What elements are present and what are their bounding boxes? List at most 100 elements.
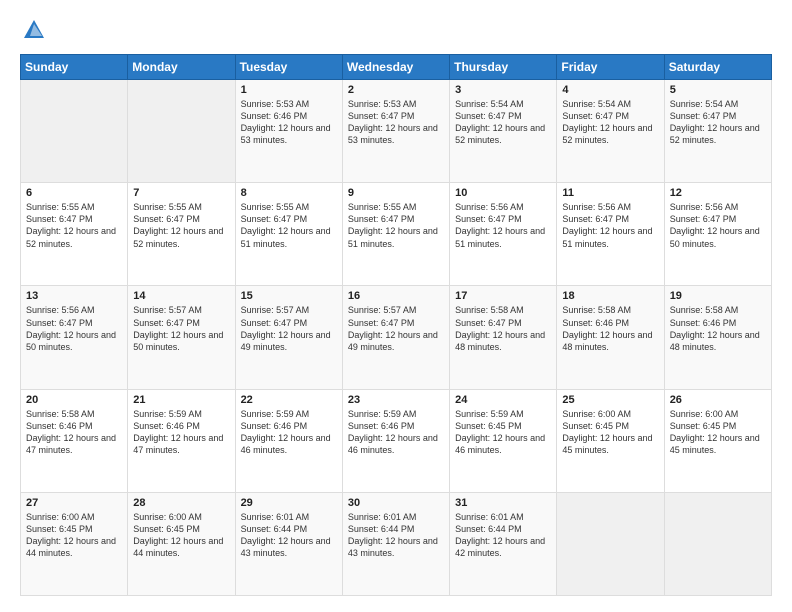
day-info: Sunrise: 5:58 AMSunset: 6:46 PMDaylight:… bbox=[562, 304, 658, 353]
day-info: Sunrise: 5:54 AMSunset: 6:47 PMDaylight:… bbox=[455, 98, 551, 147]
day-cell: 5 Sunrise: 5:54 AMSunset: 6:47 PMDayligh… bbox=[664, 80, 771, 183]
day-number: 30 bbox=[348, 497, 444, 509]
day-number: 10 bbox=[455, 187, 551, 199]
day-info: Sunrise: 5:58 AMSunset: 6:46 PMDaylight:… bbox=[26, 408, 122, 457]
day-number: 19 bbox=[670, 290, 766, 302]
day-number: 11 bbox=[562, 187, 658, 199]
day-cell: 21 Sunrise: 5:59 AMSunset: 6:46 PMDaylig… bbox=[128, 389, 235, 492]
day-cell: 13 Sunrise: 5:56 AMSunset: 6:47 PMDaylig… bbox=[21, 286, 128, 389]
day-info: Sunrise: 5:56 AMSunset: 6:47 PMDaylight:… bbox=[670, 201, 766, 250]
weekday-header-thursday: Thursday bbox=[450, 55, 557, 80]
day-number: 14 bbox=[133, 290, 229, 302]
day-cell: 10 Sunrise: 5:56 AMSunset: 6:47 PMDaylig… bbox=[450, 183, 557, 286]
day-number: 12 bbox=[670, 187, 766, 199]
day-number: 31 bbox=[455, 497, 551, 509]
day-number: 2 bbox=[348, 84, 444, 96]
day-number: 28 bbox=[133, 497, 229, 509]
day-info: Sunrise: 5:59 AMSunset: 6:46 PMDaylight:… bbox=[348, 408, 444, 457]
day-cell: 15 Sunrise: 5:57 AMSunset: 6:47 PMDaylig… bbox=[235, 286, 342, 389]
day-cell bbox=[21, 80, 128, 183]
day-number: 21 bbox=[133, 394, 229, 406]
day-info: Sunrise: 5:53 AMSunset: 6:46 PMDaylight:… bbox=[241, 98, 337, 147]
day-info: Sunrise: 6:01 AMSunset: 6:44 PMDaylight:… bbox=[348, 511, 444, 560]
weekday-header-tuesday: Tuesday bbox=[235, 55, 342, 80]
day-info: Sunrise: 5:58 AMSunset: 6:47 PMDaylight:… bbox=[455, 304, 551, 353]
weekday-header-friday: Friday bbox=[557, 55, 664, 80]
day-cell: 27 Sunrise: 6:00 AMSunset: 6:45 PMDaylig… bbox=[21, 492, 128, 595]
day-cell bbox=[128, 80, 235, 183]
day-cell: 20 Sunrise: 5:58 AMSunset: 6:46 PMDaylig… bbox=[21, 389, 128, 492]
day-number: 16 bbox=[348, 290, 444, 302]
day-number: 25 bbox=[562, 394, 658, 406]
calendar-table: SundayMondayTuesdayWednesdayThursdayFrid… bbox=[20, 54, 772, 596]
day-number: 23 bbox=[348, 394, 444, 406]
day-number: 27 bbox=[26, 497, 122, 509]
day-cell: 14 Sunrise: 5:57 AMSunset: 6:47 PMDaylig… bbox=[128, 286, 235, 389]
day-cell: 28 Sunrise: 6:00 AMSunset: 6:45 PMDaylig… bbox=[128, 492, 235, 595]
day-cell: 2 Sunrise: 5:53 AMSunset: 6:47 PMDayligh… bbox=[342, 80, 449, 183]
day-cell: 29 Sunrise: 6:01 AMSunset: 6:44 PMDaylig… bbox=[235, 492, 342, 595]
header bbox=[20, 16, 772, 44]
week-row-2: 6 Sunrise: 5:55 AMSunset: 6:47 PMDayligh… bbox=[21, 183, 772, 286]
day-info: Sunrise: 5:54 AMSunset: 6:47 PMDaylight:… bbox=[670, 98, 766, 147]
day-info: Sunrise: 6:00 AMSunset: 6:45 PMDaylight:… bbox=[562, 408, 658, 457]
day-info: Sunrise: 5:56 AMSunset: 6:47 PMDaylight:… bbox=[455, 201, 551, 250]
day-number: 7 bbox=[133, 187, 229, 199]
day-info: Sunrise: 5:55 AMSunset: 6:47 PMDaylight:… bbox=[133, 201, 229, 250]
week-row-5: 27 Sunrise: 6:00 AMSunset: 6:45 PMDaylig… bbox=[21, 492, 772, 595]
day-number: 6 bbox=[26, 187, 122, 199]
day-info: Sunrise: 6:00 AMSunset: 6:45 PMDaylight:… bbox=[26, 511, 122, 560]
day-cell: 19 Sunrise: 5:58 AMSunset: 6:46 PMDaylig… bbox=[664, 286, 771, 389]
day-number: 15 bbox=[241, 290, 337, 302]
calendar-page: SundayMondayTuesdayWednesdayThursdayFrid… bbox=[0, 0, 792, 612]
day-info: Sunrise: 5:57 AMSunset: 6:47 PMDaylight:… bbox=[241, 304, 337, 353]
logo-icon bbox=[20, 16, 48, 44]
day-number: 1 bbox=[241, 84, 337, 96]
day-cell: 31 Sunrise: 6:01 AMSunset: 6:44 PMDaylig… bbox=[450, 492, 557, 595]
day-cell: 24 Sunrise: 5:59 AMSunset: 6:45 PMDaylig… bbox=[450, 389, 557, 492]
day-info: Sunrise: 5:56 AMSunset: 6:47 PMDaylight:… bbox=[26, 304, 122, 353]
day-cell: 6 Sunrise: 5:55 AMSunset: 6:47 PMDayligh… bbox=[21, 183, 128, 286]
weekday-header-row: SundayMondayTuesdayWednesdayThursdayFrid… bbox=[21, 55, 772, 80]
day-cell: 1 Sunrise: 5:53 AMSunset: 6:46 PMDayligh… bbox=[235, 80, 342, 183]
day-info: Sunrise: 5:59 AMSunset: 6:45 PMDaylight:… bbox=[455, 408, 551, 457]
day-cell: 12 Sunrise: 5:56 AMSunset: 6:47 PMDaylig… bbox=[664, 183, 771, 286]
weekday-header-wednesday: Wednesday bbox=[342, 55, 449, 80]
day-cell: 22 Sunrise: 5:59 AMSunset: 6:46 PMDaylig… bbox=[235, 389, 342, 492]
day-info: Sunrise: 5:54 AMSunset: 6:47 PMDaylight:… bbox=[562, 98, 658, 147]
day-info: Sunrise: 5:59 AMSunset: 6:46 PMDaylight:… bbox=[133, 408, 229, 457]
day-cell: 23 Sunrise: 5:59 AMSunset: 6:46 PMDaylig… bbox=[342, 389, 449, 492]
day-info: Sunrise: 5:55 AMSunset: 6:47 PMDaylight:… bbox=[26, 201, 122, 250]
day-cell: 11 Sunrise: 5:56 AMSunset: 6:47 PMDaylig… bbox=[557, 183, 664, 286]
day-cell: 25 Sunrise: 6:00 AMSunset: 6:45 PMDaylig… bbox=[557, 389, 664, 492]
day-info: Sunrise: 5:55 AMSunset: 6:47 PMDaylight:… bbox=[241, 201, 337, 250]
day-number: 29 bbox=[241, 497, 337, 509]
day-info: Sunrise: 5:57 AMSunset: 6:47 PMDaylight:… bbox=[348, 304, 444, 353]
day-number: 3 bbox=[455, 84, 551, 96]
day-info: Sunrise: 5:55 AMSunset: 6:47 PMDaylight:… bbox=[348, 201, 444, 250]
day-cell: 9 Sunrise: 5:55 AMSunset: 6:47 PMDayligh… bbox=[342, 183, 449, 286]
day-info: Sunrise: 5:53 AMSunset: 6:47 PMDaylight:… bbox=[348, 98, 444, 147]
day-cell: 4 Sunrise: 5:54 AMSunset: 6:47 PMDayligh… bbox=[557, 80, 664, 183]
day-cell: 18 Sunrise: 5:58 AMSunset: 6:46 PMDaylig… bbox=[557, 286, 664, 389]
day-info: Sunrise: 5:57 AMSunset: 6:47 PMDaylight:… bbox=[133, 304, 229, 353]
day-cell: 26 Sunrise: 6:00 AMSunset: 6:45 PMDaylig… bbox=[664, 389, 771, 492]
day-info: Sunrise: 5:59 AMSunset: 6:46 PMDaylight:… bbox=[241, 408, 337, 457]
day-number: 24 bbox=[455, 394, 551, 406]
day-number: 9 bbox=[348, 187, 444, 199]
day-number: 20 bbox=[26, 394, 122, 406]
weekday-header-monday: Monday bbox=[128, 55, 235, 80]
day-cell bbox=[557, 492, 664, 595]
weekday-header-sunday: Sunday bbox=[21, 55, 128, 80]
day-number: 18 bbox=[562, 290, 658, 302]
day-cell: 8 Sunrise: 5:55 AMSunset: 6:47 PMDayligh… bbox=[235, 183, 342, 286]
day-number: 4 bbox=[562, 84, 658, 96]
day-number: 22 bbox=[241, 394, 337, 406]
day-number: 17 bbox=[455, 290, 551, 302]
day-info: Sunrise: 6:00 AMSunset: 6:45 PMDaylight:… bbox=[670, 408, 766, 457]
week-row-4: 20 Sunrise: 5:58 AMSunset: 6:46 PMDaylig… bbox=[21, 389, 772, 492]
day-info: Sunrise: 6:01 AMSunset: 6:44 PMDaylight:… bbox=[241, 511, 337, 560]
week-row-1: 1 Sunrise: 5:53 AMSunset: 6:46 PMDayligh… bbox=[21, 80, 772, 183]
day-number: 13 bbox=[26, 290, 122, 302]
day-number: 8 bbox=[241, 187, 337, 199]
